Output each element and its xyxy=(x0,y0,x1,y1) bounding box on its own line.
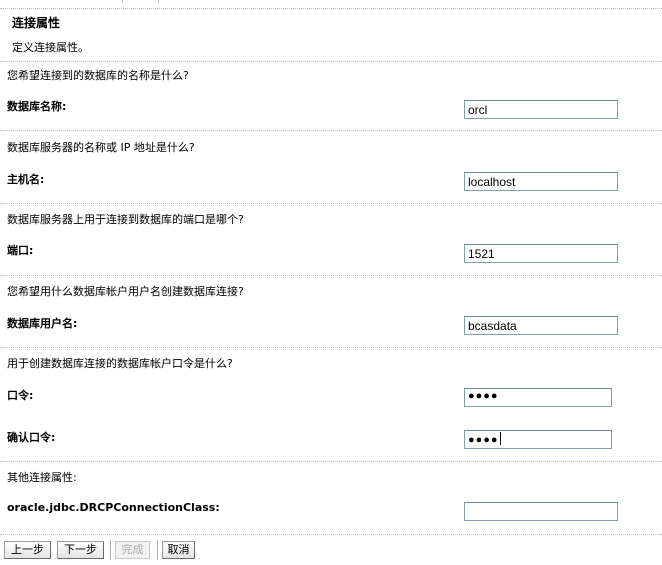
label-database-name: 数据库名称: xyxy=(7,100,67,113)
button-divider xyxy=(157,540,158,560)
password-field[interactable]: ●●●● xyxy=(464,388,612,407)
question-username: 您希望用什么数据库帐户用户名创建数据库连接? xyxy=(7,285,244,298)
tab-divider xyxy=(122,0,123,3)
cancel-button[interactable]: 取消 xyxy=(162,541,195,559)
separator xyxy=(0,203,662,204)
drcp-connection-class-field[interactable] xyxy=(464,502,618,521)
database-name-field[interactable]: orcl xyxy=(464,100,618,119)
username-field[interactable]: bcasdata xyxy=(464,316,618,335)
separator xyxy=(0,461,662,462)
page-description: 定义连接属性。 xyxy=(12,41,89,54)
tab-divider xyxy=(158,0,159,3)
label-drcp-connection-class: oracle.jdbc.DRCPConnectionClass: xyxy=(7,501,220,514)
page-title: 连接属性 xyxy=(12,16,61,30)
button-bar: 上一步 下一步 完成 取消 xyxy=(0,538,662,565)
question-database-name: 您希望连接到的数据库的名称是什么? xyxy=(7,69,189,82)
port-field[interactable]: 1521 xyxy=(464,244,618,263)
button-divider xyxy=(110,540,111,560)
text-cursor xyxy=(499,432,501,445)
label-host: 主机名: xyxy=(7,173,45,186)
separator xyxy=(0,275,662,276)
back-button[interactable]: 上一步 xyxy=(4,541,51,559)
separator xyxy=(0,347,662,348)
separator xyxy=(0,130,662,131)
label-port: 端口: xyxy=(7,244,34,257)
next-button[interactable]: 下一步 xyxy=(57,541,104,559)
question-password: 用于创建数据库连接的数据库帐户口令是什么? xyxy=(7,357,233,370)
label-confirm-password: 确认口令: xyxy=(7,431,56,444)
question-port: 数据库服务器上用于连接到数据库的端口是哪个? xyxy=(7,213,244,226)
label-username: 数据库用户名: xyxy=(7,317,78,330)
label-password: 口令: xyxy=(7,389,34,402)
confirm-password-field[interactable]: ●●●● xyxy=(464,430,612,449)
question-other-properties: 其他连接属性: xyxy=(7,471,77,484)
confirm-password-value: ●●●● xyxy=(468,434,499,446)
section-header: 连接属性 定义连接属性。 xyxy=(0,9,662,61)
question-host: 数据库服务器的名称或 IP 地址是什么? xyxy=(7,141,195,154)
separator xyxy=(0,61,662,62)
top-border xyxy=(0,0,662,9)
finish-button[interactable]: 完成 xyxy=(115,541,150,559)
host-field[interactable]: localhost xyxy=(464,172,618,191)
separator xyxy=(0,534,662,535)
